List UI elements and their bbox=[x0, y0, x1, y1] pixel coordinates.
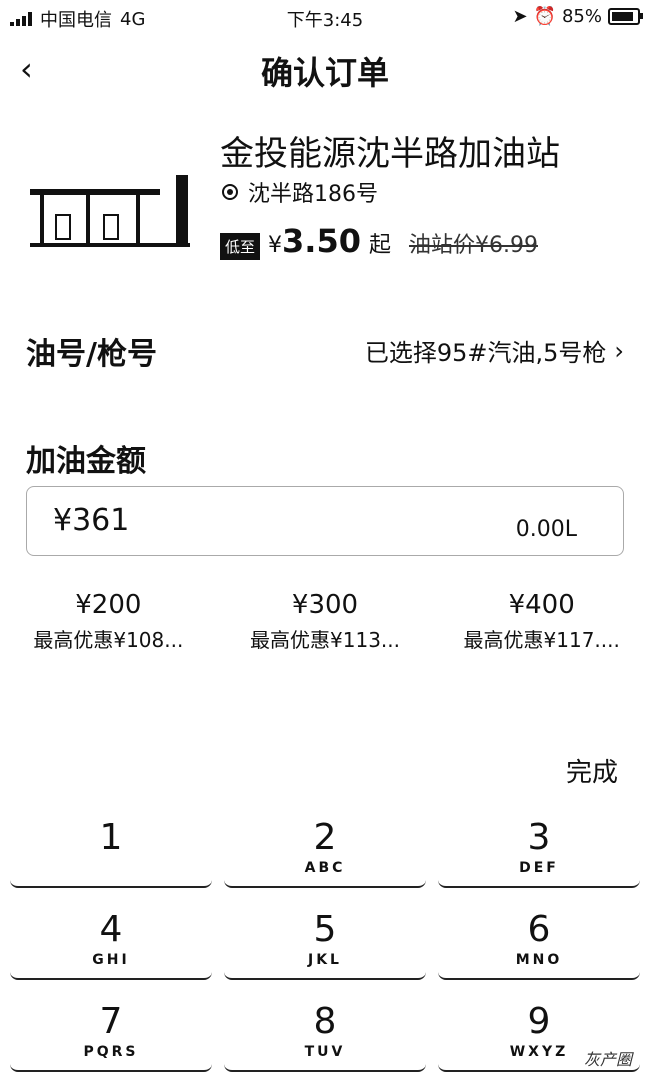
fuel-gun-selection: 已选择95#汽油,5号枪 › bbox=[365, 333, 624, 368]
key-number: 1 bbox=[99, 817, 123, 858]
amount-input-value: ¥361 bbox=[53, 503, 130, 538]
price-suffix: 起 bbox=[368, 233, 391, 258]
key-number: 4 bbox=[99, 909, 123, 950]
keypad-row: 1 2 ABC 3 DEF bbox=[10, 808, 640, 888]
status-right: ➤ ⏰ 85% bbox=[512, 6, 643, 27]
key-number: 8 bbox=[313, 1001, 337, 1042]
key-5[interactable]: 5 JKL bbox=[224, 900, 426, 980]
key-8[interactable]: 8 TUV bbox=[224, 992, 426, 1072]
keypad-row: 4 GHI 5 JKL 6 MNO bbox=[10, 900, 640, 980]
key-1[interactable]: 1 bbox=[10, 808, 212, 888]
quick-amount-option[interactable]: ¥300 最高优惠¥113... bbox=[217, 590, 434, 653]
station-price: 油站价¥6.99 bbox=[408, 233, 538, 258]
chevron-right-icon: › bbox=[614, 336, 624, 365]
key-number: 7 bbox=[99, 1001, 123, 1042]
key-letters: PQRS bbox=[83, 1044, 139, 1060]
quick-amount: ¥200 bbox=[75, 590, 142, 620]
watermark: 灰产圈 bbox=[583, 1050, 632, 1069]
key-letters: ABC bbox=[304, 860, 346, 876]
amount-label: 加油金额 bbox=[26, 444, 146, 479]
liters-value: 0.00L bbox=[515, 517, 577, 542]
station-address: 沈半路186号 bbox=[222, 176, 378, 208]
key-letters: DEF bbox=[519, 860, 559, 876]
quick-amount: ¥300 bbox=[291, 590, 359, 620]
quick-discount: 最高优惠¥117.... bbox=[463, 628, 620, 652]
key-number: 3 bbox=[527, 817, 551, 858]
amount-input[interactable]: ¥361 0.00L bbox=[26, 486, 624, 556]
fuel-gun-value: 已选择95#汽油,5号枪 bbox=[364, 339, 607, 367]
price-row: 低至 ¥3.50 起 油站价¥6.99 bbox=[220, 222, 538, 260]
key-number: 6 bbox=[527, 909, 551, 950]
quick-amount-options: ¥200 最高优惠¥108... ¥300 最高优惠¥113... ¥400 最… bbox=[0, 590, 650, 653]
station-name: 金投能源沈半路加油站 bbox=[220, 134, 560, 174]
done-button[interactable]: 完成 bbox=[566, 752, 618, 789]
discount-price: ¥3.50 bbox=[268, 222, 361, 260]
page-title: 确认订单 bbox=[260, 54, 389, 92]
quick-discount: 最高优惠¥113... bbox=[250, 628, 400, 652]
station-image bbox=[26, 155, 194, 255]
navigation-bar: ‹ 确认订单 bbox=[0, 40, 650, 96]
price-currency: ¥ bbox=[268, 233, 283, 258]
quick-amount-option[interactable]: ¥400 最高优惠¥117.... bbox=[433, 590, 650, 653]
key-number: 9 bbox=[527, 1001, 551, 1042]
quick-amount-option[interactable]: ¥200 最高优惠¥108... bbox=[0, 590, 217, 653]
alarm-icon: ⏰ bbox=[533, 6, 556, 27]
quick-amount: ¥400 bbox=[508, 590, 575, 620]
key-number: 5 bbox=[313, 909, 337, 950]
key-letters: GHI bbox=[92, 952, 130, 968]
key-4[interactable]: 4 GHI bbox=[10, 900, 212, 980]
address-text: 沈半路186号 bbox=[248, 182, 378, 207]
key-letters: TUV bbox=[304, 1044, 346, 1060]
fuel-gun-label: 油号/枪号 bbox=[26, 337, 157, 372]
battery-icon bbox=[608, 8, 643, 25]
key-letters: JKL bbox=[308, 952, 342, 968]
location-icon: ➤ bbox=[512, 6, 528, 27]
key-6[interactable]: 6 MNO bbox=[438, 900, 640, 980]
keypad-row: 7 PQRS 8 TUV 9 WXYZ bbox=[10, 992, 640, 1072]
key-2[interactable]: 2 ABC bbox=[224, 808, 426, 888]
numeric-keypad: 1 2 ABC 3 DEF 4 GHI 5 JKL 6 MNO 7 PQRS 8 TUV 9W… bbox=[10, 808, 640, 1084]
key-7[interactable]: 7 PQRS bbox=[10, 992, 212, 1072]
key-number: 2 bbox=[313, 817, 337, 858]
key-3[interactable]: 3 DEF bbox=[438, 808, 640, 888]
quick-discount: 最高优惠¥108... bbox=[33, 628, 184, 652]
status-bar: 中国电信 4G 下午3:45 ➤ ⏰ 85% bbox=[0, 0, 650, 34]
battery-percent: 85% bbox=[561, 6, 602, 27]
key-letters: MNO bbox=[515, 952, 563, 968]
fuel-gun-row[interactable]: 油号/枪号 已选择95#汽油,5号枪 › bbox=[26, 325, 624, 375]
price-value: 3.50 bbox=[282, 222, 361, 260]
location-pin-icon bbox=[222, 184, 238, 200]
low-price-badge: 低至 bbox=[220, 233, 261, 260]
